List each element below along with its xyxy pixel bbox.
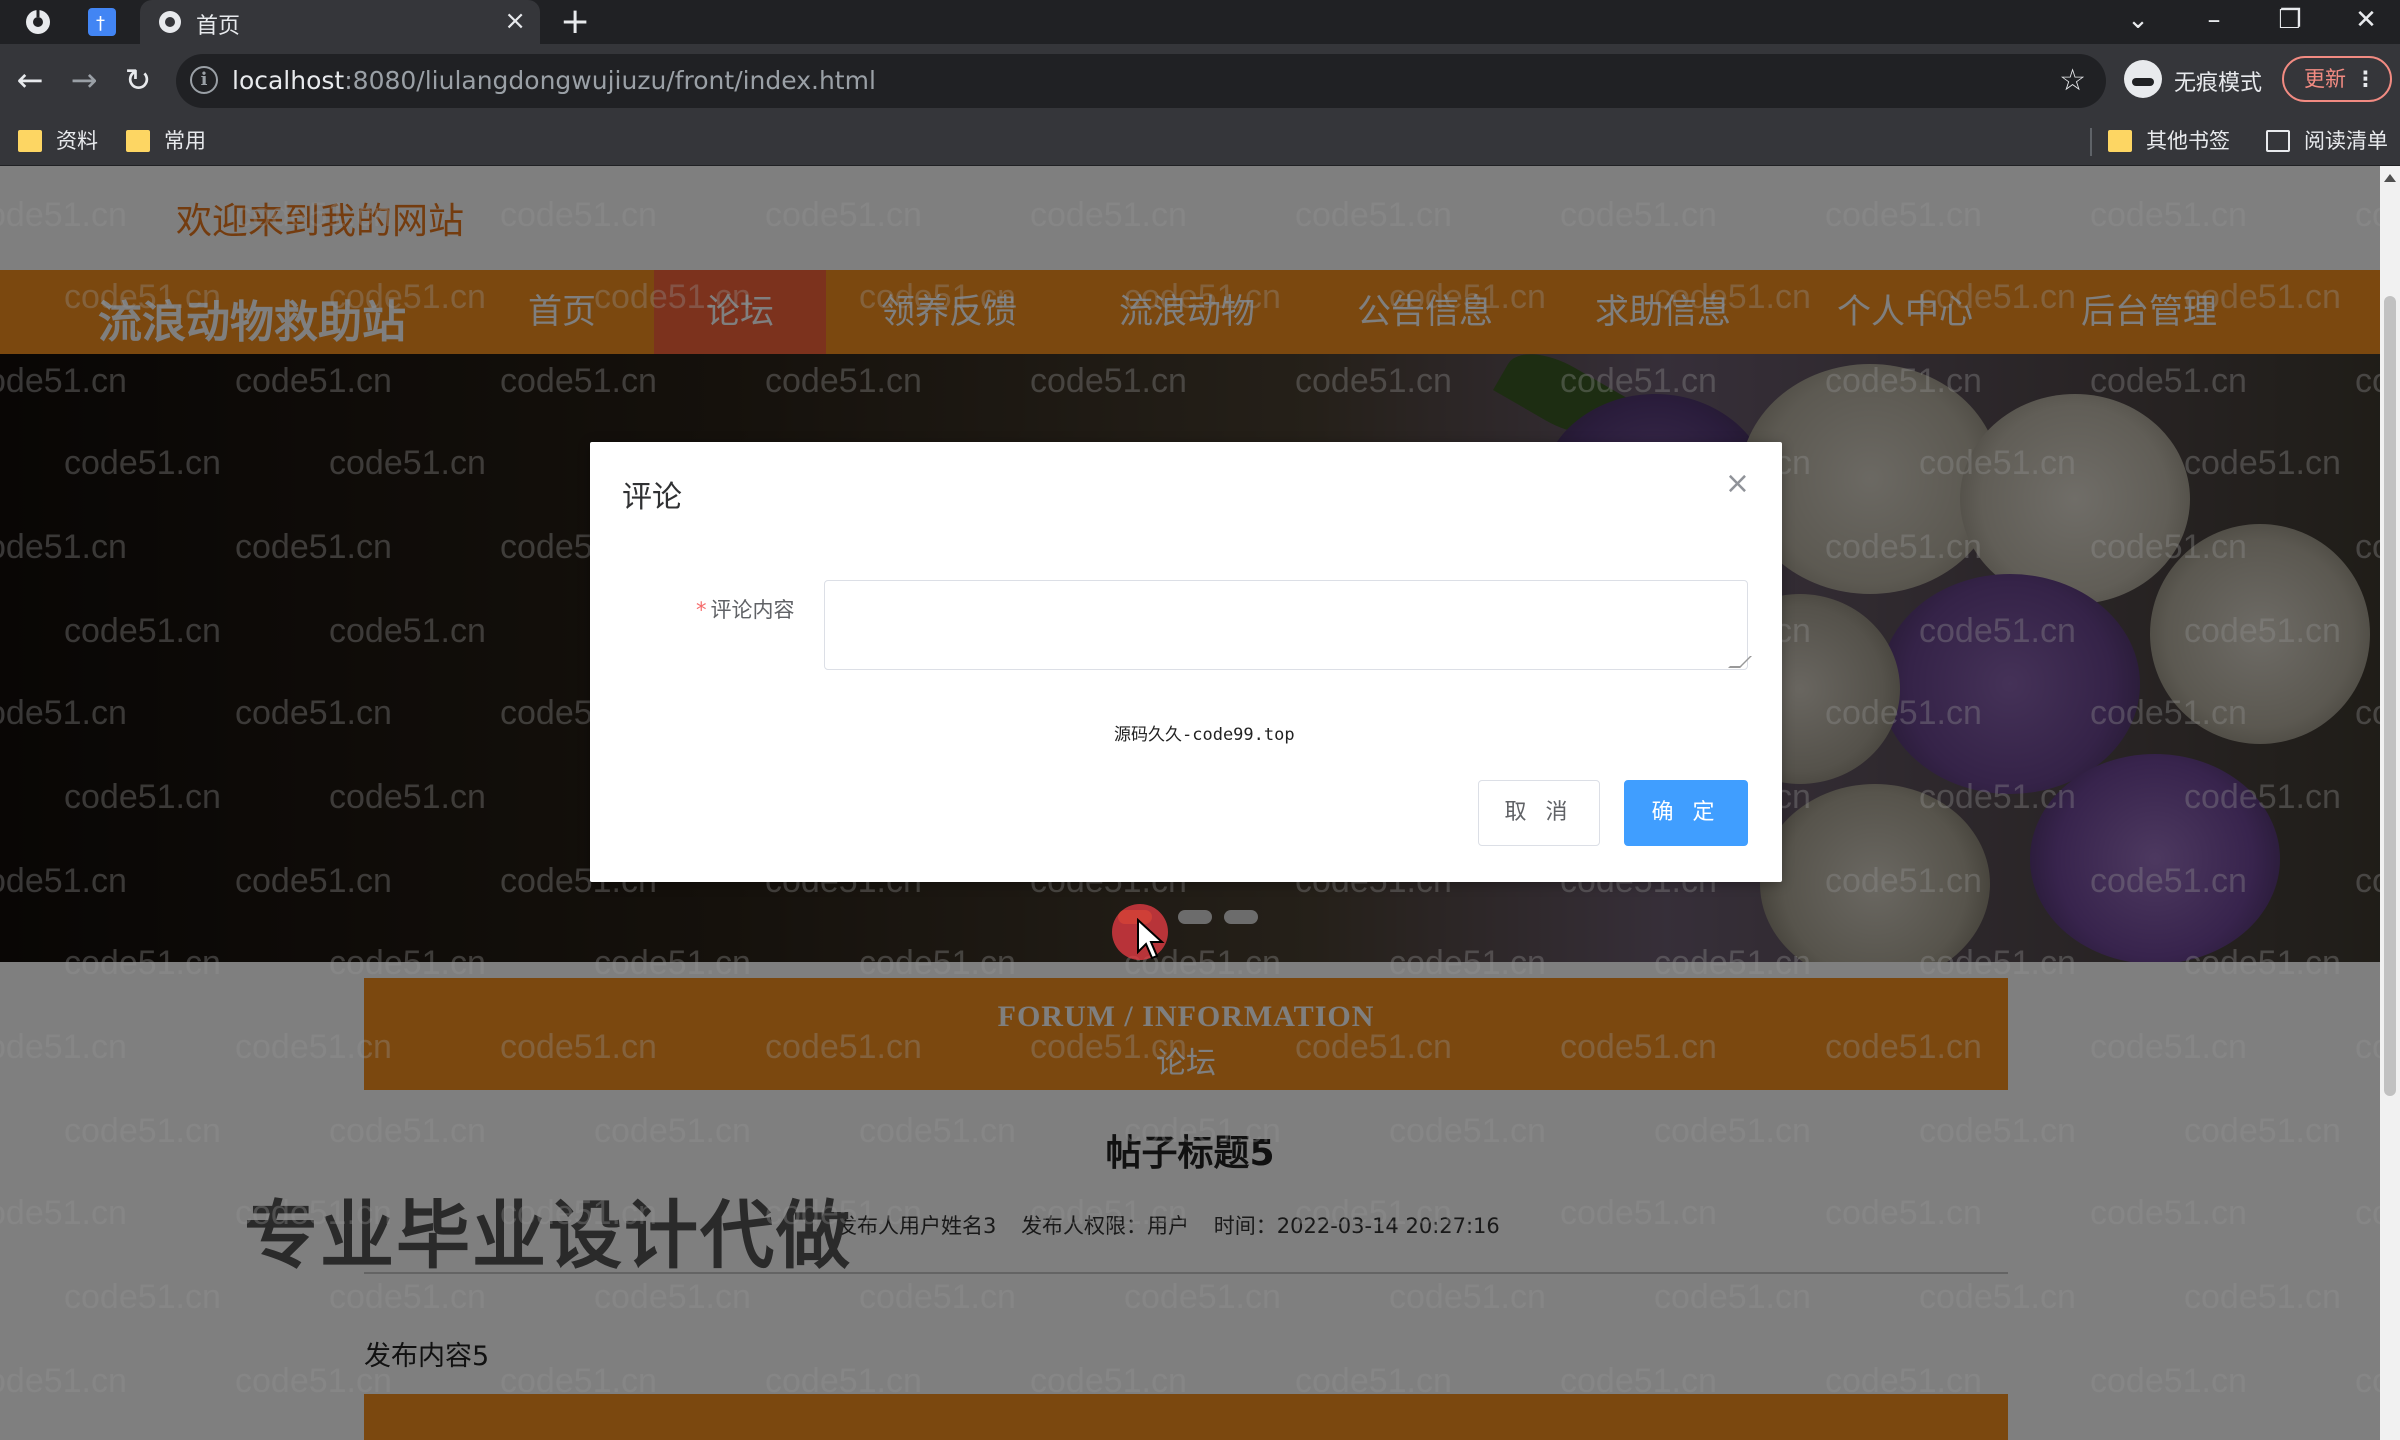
minimize-button[interactable]: –: [2194, 2, 2234, 38]
scroll-up-icon[interactable]: [2384, 174, 2396, 182]
star-icon[interactable]: ☆: [2059, 63, 2086, 98]
dialog-title: 评论: [622, 480, 682, 515]
comment-dialog: 评论 × * 评论内容 源码久久-code99.top 取 消 确 定: [590, 442, 1782, 882]
scroll-thumb[interactable]: [2384, 296, 2396, 1096]
incognito-label: 无痕模式: [2174, 71, 2263, 96]
comment-content-label: * 评论内容: [696, 598, 795, 622]
tab-search-button[interactable]: ⌄: [2118, 2, 2158, 38]
restore-button[interactable]: ❐: [2270, 2, 2310, 38]
tab-close-button[interactable]: ×: [504, 6, 526, 36]
confirm-button[interactable]: 确 定: [1624, 780, 1748, 846]
cancel-button[interactable]: 取 消: [1478, 780, 1600, 846]
bookmark-other[interactable]: 其他书签: [2108, 126, 2230, 156]
close-icon[interactable]: ×: [1725, 466, 1750, 501]
close-window-button[interactable]: ✕: [2346, 2, 2386, 38]
bookmark-folder-common[interactable]: 常用: [126, 126, 206, 156]
forward-icon[interactable]: →: [64, 60, 104, 100]
new-tab-button[interactable]: +: [560, 2, 590, 42]
menu-icon[interactable]: ⋮: [2355, 58, 2376, 100]
comment-content-input[interactable]: [824, 580, 1748, 670]
required-marker: *: [696, 598, 707, 622]
back-icon[interactable]: ←: [10, 60, 50, 100]
update-button[interactable]: 更新 ⋮: [2282, 56, 2392, 102]
browser-chrome: † 首页 × + ⌄ – ❐ ✕ ← → ↻ i localhost:8080/…: [0, 0, 2400, 166]
page-scrollbar[interactable]: [2380, 166, 2400, 1440]
mouse-cursor-icon: [1137, 918, 1165, 960]
incognito-indicator[interactable]: 无痕模式: [2124, 56, 2263, 106]
tab-strip: † 首页 × + ⌄ – ❐ ✕: [0, 0, 2400, 44]
source-note: 源码久久-code99.top: [1114, 725, 1295, 745]
reading-list-icon: [2266, 130, 2290, 152]
tab-title: 首页: [196, 14, 241, 39]
reload-icon[interactable]: ↻: [118, 60, 158, 100]
update-label: 更新: [2304, 67, 2346, 91]
extension-icon[interactable]: †: [88, 8, 116, 36]
info-icon[interactable]: i: [190, 66, 218, 94]
address-bar[interactable]: i localhost:8080/liulangdongwujiuzu/fron…: [176, 54, 2106, 108]
svg-text:†: †: [96, 13, 105, 34]
tab-home[interactable]: 首页 ×: [140, 0, 540, 44]
folder-icon: [126, 130, 150, 152]
folder-icon: [2108, 130, 2132, 152]
chrome-icon: [24, 8, 52, 36]
url-text[interactable]: localhost:8080/liulangdongwujiuzu/front/…: [232, 66, 876, 95]
reading-list[interactable]: 阅读清单: [2266, 126, 2388, 156]
bookmark-divider: [2090, 128, 2092, 156]
folder-icon: [18, 130, 42, 152]
bookmarks-bar: 资料 常用 其他书签 阅读清单: [0, 118, 2400, 166]
globe-icon: [156, 8, 184, 36]
bookmark-folder-resources[interactable]: 资料: [18, 126, 98, 156]
browser-toolbar: ← → ↻ i localhost:8080/liulangdongwujiuz…: [0, 44, 2400, 118]
page-viewport: 欢迎来到我的网站 流浪动物救助站 首页 论坛 领养反馈 流浪动物 公告信息 求助…: [0, 166, 2380, 1440]
incognito-icon: [2124, 60, 2162, 98]
